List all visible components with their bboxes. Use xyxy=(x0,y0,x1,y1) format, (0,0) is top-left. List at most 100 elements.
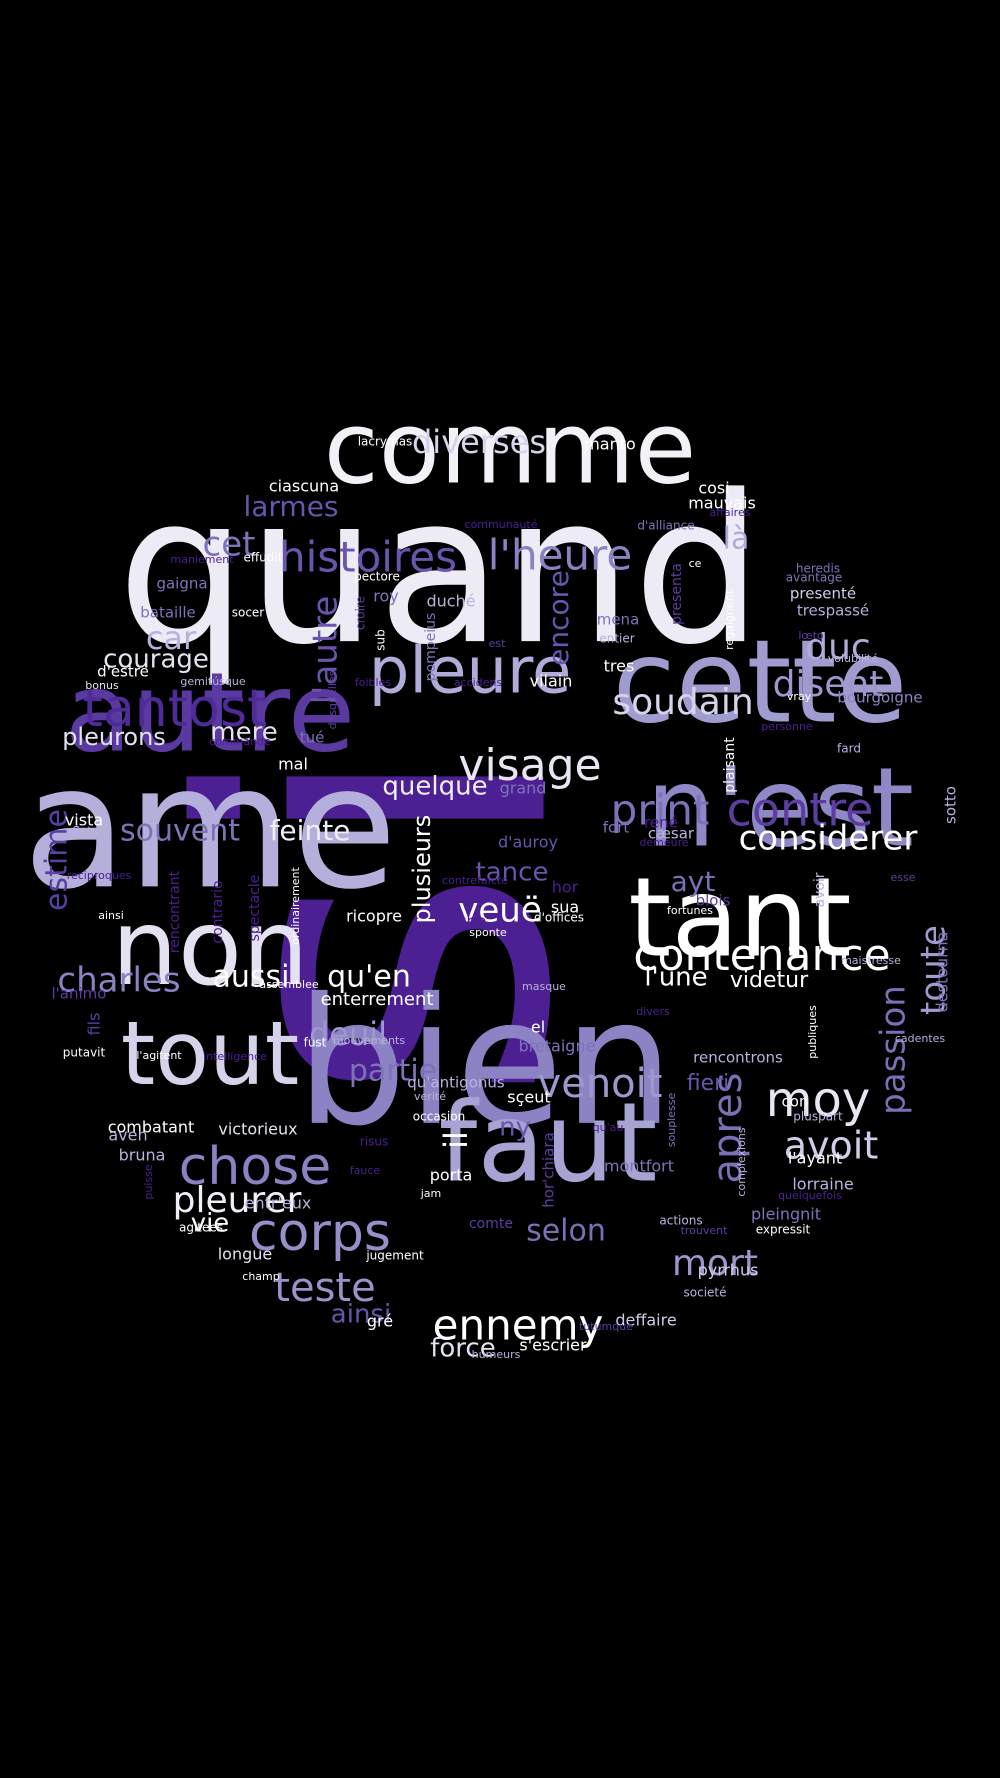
word-79: effudit xyxy=(244,551,283,565)
word-194: champ xyxy=(242,1270,279,1283)
word-23: considerer xyxy=(739,819,918,859)
word-89: mena xyxy=(597,611,640,629)
word-170: hor'chiara xyxy=(540,1132,558,1207)
word-181: porta xyxy=(430,1166,473,1185)
word-59: selon xyxy=(526,1214,606,1249)
word-96: trespassé xyxy=(797,602,869,620)
word-150: fils xyxy=(85,1013,104,1036)
word-193: pyrrhus xyxy=(698,1261,759,1280)
word-82: duché xyxy=(426,592,475,611)
word-154: putavit xyxy=(63,1046,106,1060)
word-148: celle xyxy=(523,999,549,1012)
word-81: roy xyxy=(373,587,398,606)
word-62: il xyxy=(437,1131,475,1149)
word-159: intelligence xyxy=(203,1050,267,1063)
word-145: l'animo xyxy=(52,985,107,1003)
word-98: entier xyxy=(599,632,634,646)
word-113: personne xyxy=(761,720,813,733)
word-162: verité xyxy=(414,1090,446,1103)
word-131: ricopre xyxy=(346,907,402,926)
word-177: complexions xyxy=(735,1127,748,1196)
word-99: tres xyxy=(604,657,635,676)
word-97: est xyxy=(489,637,506,650)
word-86: croire xyxy=(354,596,368,630)
word-185: pleingnit xyxy=(751,1205,821,1224)
word-22: soudain xyxy=(612,682,753,723)
word-120: sotto xyxy=(942,786,960,824)
word-189: trouvent xyxy=(681,1224,729,1237)
word-152: publiques xyxy=(806,1005,819,1059)
word-58: videtur xyxy=(730,968,809,993)
word-151: el xyxy=(531,1018,545,1037)
word-182: quelquefois xyxy=(778,1189,842,1202)
word-36: diverses xyxy=(412,423,546,461)
word-114: fard xyxy=(837,742,861,756)
word-70: lacrymas xyxy=(358,435,413,449)
word-157: bretaigne xyxy=(519,1037,596,1056)
word-85: socer xyxy=(232,606,265,620)
word-112: tué xyxy=(300,729,325,747)
word-171: qu'au xyxy=(593,1121,624,1134)
word-153: cadentes xyxy=(895,1032,946,1045)
word-155: fust xyxy=(304,1036,327,1050)
word-195: societé xyxy=(684,1286,727,1300)
word-163: sçeut xyxy=(507,1088,550,1107)
word-67: enterrement xyxy=(321,989,434,1010)
word-179: puisse xyxy=(142,1164,155,1199)
word-cloud: siquandamebiencetten'estcommeautretantno… xyxy=(0,0,1000,1778)
word-77: d'alliance xyxy=(637,519,694,533)
word-121: fort xyxy=(603,819,630,837)
word-27: venoit xyxy=(538,1061,663,1107)
word-125: d'auroy xyxy=(498,833,558,852)
word-135: esse xyxy=(891,871,916,884)
word-109: vray xyxy=(787,690,812,703)
word-198: s'escrier xyxy=(519,1336,587,1355)
word-144: destourna xyxy=(933,932,952,1013)
word-90: presenta xyxy=(669,563,685,625)
word-168: victorieux xyxy=(218,1120,297,1139)
word-110: bourgoigne xyxy=(837,689,922,707)
word-115: grand xyxy=(500,779,547,798)
word-143: maistresse xyxy=(841,954,901,967)
word-63: plusieurs xyxy=(408,815,436,924)
word-139: fortunes xyxy=(667,904,713,917)
word-164: con xyxy=(782,1093,809,1111)
word-84: bataille xyxy=(140,604,196,622)
word-130: ordinairement xyxy=(289,866,302,944)
word-160: rencontrons xyxy=(693,1049,783,1067)
word-72: ciascuna xyxy=(269,477,339,496)
word-41: pleurons xyxy=(62,723,166,751)
word-138: d'offices xyxy=(534,911,584,925)
word-66: ny xyxy=(499,1113,531,1143)
word-196: gré xyxy=(367,1312,393,1331)
word-75: communauté xyxy=(465,518,538,531)
word-124: demeure xyxy=(639,836,688,849)
word-134: avoir xyxy=(812,872,828,907)
word-106: foibles xyxy=(355,676,391,689)
word-103: bonus xyxy=(85,679,119,692)
word-64: là xyxy=(723,522,750,557)
word-173: aven xyxy=(108,1126,147,1145)
word-108: vilain xyxy=(530,672,573,691)
word-172: l'ayant xyxy=(788,1149,842,1168)
word-156: mouvements xyxy=(333,1034,405,1047)
word-176: montfort xyxy=(604,1157,674,1176)
word-127: rencontrant xyxy=(167,870,183,953)
word-71: manto xyxy=(584,435,636,454)
word-187: comte xyxy=(469,1216,513,1232)
word-140: ainsi xyxy=(98,909,124,922)
word-57: l'une xyxy=(644,963,707,993)
word-104: gemitúsque xyxy=(180,675,245,688)
word-87: sub xyxy=(374,629,388,650)
word-44: encore xyxy=(542,570,575,666)
word-128: contrario xyxy=(210,880,226,943)
word-192: jugement xyxy=(365,1249,424,1263)
word-133: hor xyxy=(552,878,579,897)
word-88: pompeius xyxy=(423,613,439,682)
word-174: bruna xyxy=(119,1146,166,1165)
word-105: desquelles xyxy=(326,670,339,729)
word-158: l'agitent xyxy=(136,1049,182,1062)
word-190: expressit xyxy=(756,1223,811,1237)
word-146: assemblee xyxy=(259,978,318,991)
word-132: contrefaicte xyxy=(442,874,508,887)
